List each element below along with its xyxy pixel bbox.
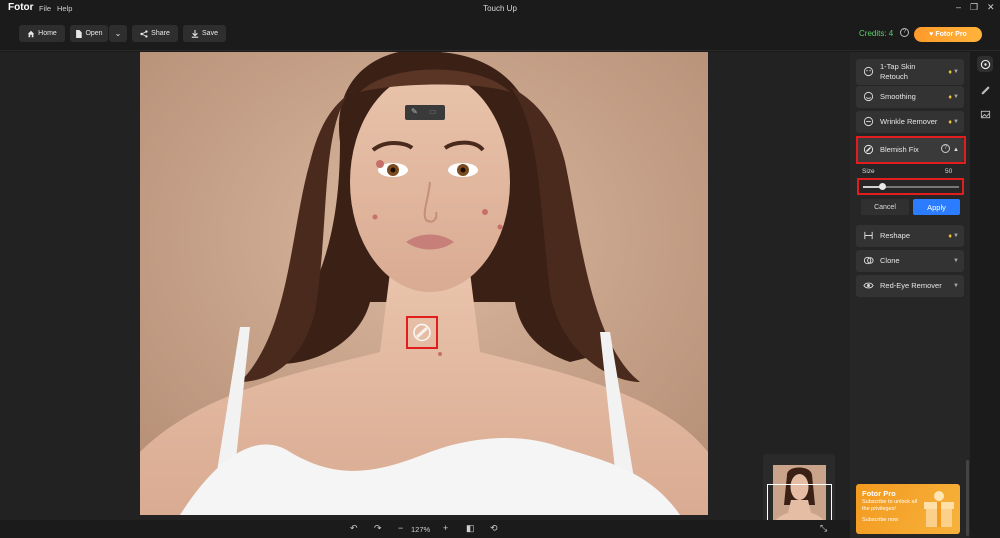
premium-gem-icon: ♦: [948, 232, 952, 240]
tool-smoothing[interactable]: Smoothing ♦ ▼: [856, 86, 964, 108]
home-icon: [27, 30, 35, 37]
save-button[interactable]: Save: [183, 25, 226, 42]
tool-label: Smoothing: [880, 92, 916, 101]
brush-icon[interactable]: ✎: [411, 107, 418, 116]
size-value: 50: [945, 168, 953, 175]
open-label: Open: [85, 30, 103, 37]
pro-promo-card[interactable]: Fotor Pro Subscribe to unlock all the pr…: [856, 484, 960, 534]
premium-gem-icon: ♦: [948, 68, 952, 76]
eye-icon: [863, 282, 874, 289]
pro-label: Fotor Pro: [935, 31, 967, 38]
download-icon: [191, 29, 199, 38]
undo-icon[interactable]: ↶: [350, 523, 358, 534]
floating-toolbar: ✎ ▭: [405, 105, 445, 120]
promo-subtitle: Subscribe to unlock all the privileges!: [862, 499, 918, 512]
chevron-down-icon[interactable]: ▼: [953, 233, 959, 239]
cancel-button[interactable]: Cancel: [861, 199, 909, 215]
fit-screen-icon[interactable]: ⤡: [820, 523, 827, 534]
zoom-level: 127%: [411, 525, 431, 534]
face-sparkle-icon: [863, 66, 874, 77]
face-retouch-tab-icon[interactable]: [977, 56, 993, 72]
blemish-cursor-highlight: [406, 316, 438, 349]
premium-gem-icon: ♦: [948, 93, 952, 101]
premium-gem-icon: ♦: [948, 118, 952, 126]
tool-wrinkle-remover[interactable]: Wrinkle Remover ♦ ▼: [856, 111, 964, 133]
help-icon[interactable]: ?: [900, 28, 909, 37]
promo-link[interactable]: Subscribe now: [862, 517, 898, 523]
chevron-down-icon[interactable]: ▼: [953, 69, 959, 75]
minimize-icon[interactable]: –: [956, 2, 961, 12]
credits-text: Credits: 4: [859, 29, 894, 38]
title-bar: Fotor File Help Touch Up – ❐ ✕: [0, 0, 1000, 18]
home-label: Home: [38, 30, 57, 37]
tool-clone[interactable]: Clone ▼: [856, 250, 964, 272]
tool-1tap-skin-retouch[interactable]: 1-Tap Skin Retouch ♦ ▼: [856, 59, 964, 85]
panel-scrollbar[interactable]: [966, 460, 969, 536]
smoothing-icon: [863, 91, 874, 102]
image-tab-icon[interactable]: [977, 106, 993, 122]
chevron-down-icon: ⌄: [114, 29, 122, 38]
chevron-down-icon[interactable]: ▼: [953, 283, 959, 289]
right-icon-strip: [970, 52, 1000, 538]
zoom-in-icon[interactable]: +: [443, 523, 448, 533]
size-slider-highlight: [857, 178, 964, 195]
size-label: Size: [862, 168, 875, 175]
zoom-out-icon[interactable]: −: [398, 523, 403, 533]
wrinkle-icon: [863, 116, 874, 127]
compare-icon[interactable]: ◧: [466, 523, 475, 534]
top-toolbar: Home Open ⌄ Share Save Credits: 4 ? ♥ Fo…: [0, 18, 1000, 51]
bandage-tab-icon[interactable]: [977, 82, 993, 98]
tool-label: Wrinkle Remover: [880, 117, 938, 126]
share-label: Share: [151, 30, 170, 37]
open-button[interactable]: Open: [70, 25, 108, 42]
home-button[interactable]: Home: [19, 25, 65, 42]
canvas-area[interactable]: ✎ ▭: [0, 52, 850, 538]
close-icon[interactable]: ✕: [987, 2, 995, 13]
fotor-pro-button[interactable]: ♥ Fotor Pro: [914, 27, 982, 42]
redo-icon[interactable]: ↷: [374, 523, 382, 534]
open-dropdown-button[interactable]: ⌄: [109, 25, 127, 42]
tool-label: Clone: [880, 256, 900, 265]
heart-icon: ♥: [929, 31, 934, 38]
tool-reshape[interactable]: Reshape ♦ ▼: [856, 225, 964, 247]
save-label: Save: [202, 30, 218, 37]
portrait-photo[interactable]: [140, 52, 708, 515]
eraser-icon[interactable]: ▭: [429, 107, 437, 116]
tool-label: Red-Eye Remover: [880, 281, 942, 290]
window-title: Touch Up: [483, 4, 517, 13]
share-button[interactable]: Share: [132, 25, 178, 42]
portrait-illustration: [140, 52, 708, 515]
file-icon: [76, 29, 83, 38]
share-icon: [140, 29, 148, 38]
bandage-icon: [413, 323, 431, 342]
gift-illustration: [924, 491, 954, 527]
bottom-bar: ↶ ↷ − 127% + ◧ ⟲ ⤡: [0, 520, 850, 538]
blemish-fix-highlight: [856, 136, 966, 164]
reshape-icon: [864, 231, 873, 240]
history-icon[interactable]: ⟲: [490, 523, 498, 534]
clone-icon: [863, 256, 874, 265]
navigator-viewport[interactable]: [767, 484, 832, 524]
tool-label: 1-Tap Skin Retouch: [880, 62, 916, 81]
chevron-down-icon[interactable]: ▼: [953, 258, 959, 264]
tool-red-eye-remover[interactable]: Red-Eye Remover ▼: [856, 275, 964, 297]
apply-button[interactable]: Apply: [913, 199, 960, 215]
chevron-down-icon[interactable]: ▼: [953, 119, 959, 125]
chevron-down-icon[interactable]: ▼: [953, 94, 959, 100]
promo-title: Fotor Pro: [862, 489, 896, 498]
tool-label: Reshape: [880, 231, 911, 240]
restore-icon[interactable]: ❐: [970, 2, 978, 13]
